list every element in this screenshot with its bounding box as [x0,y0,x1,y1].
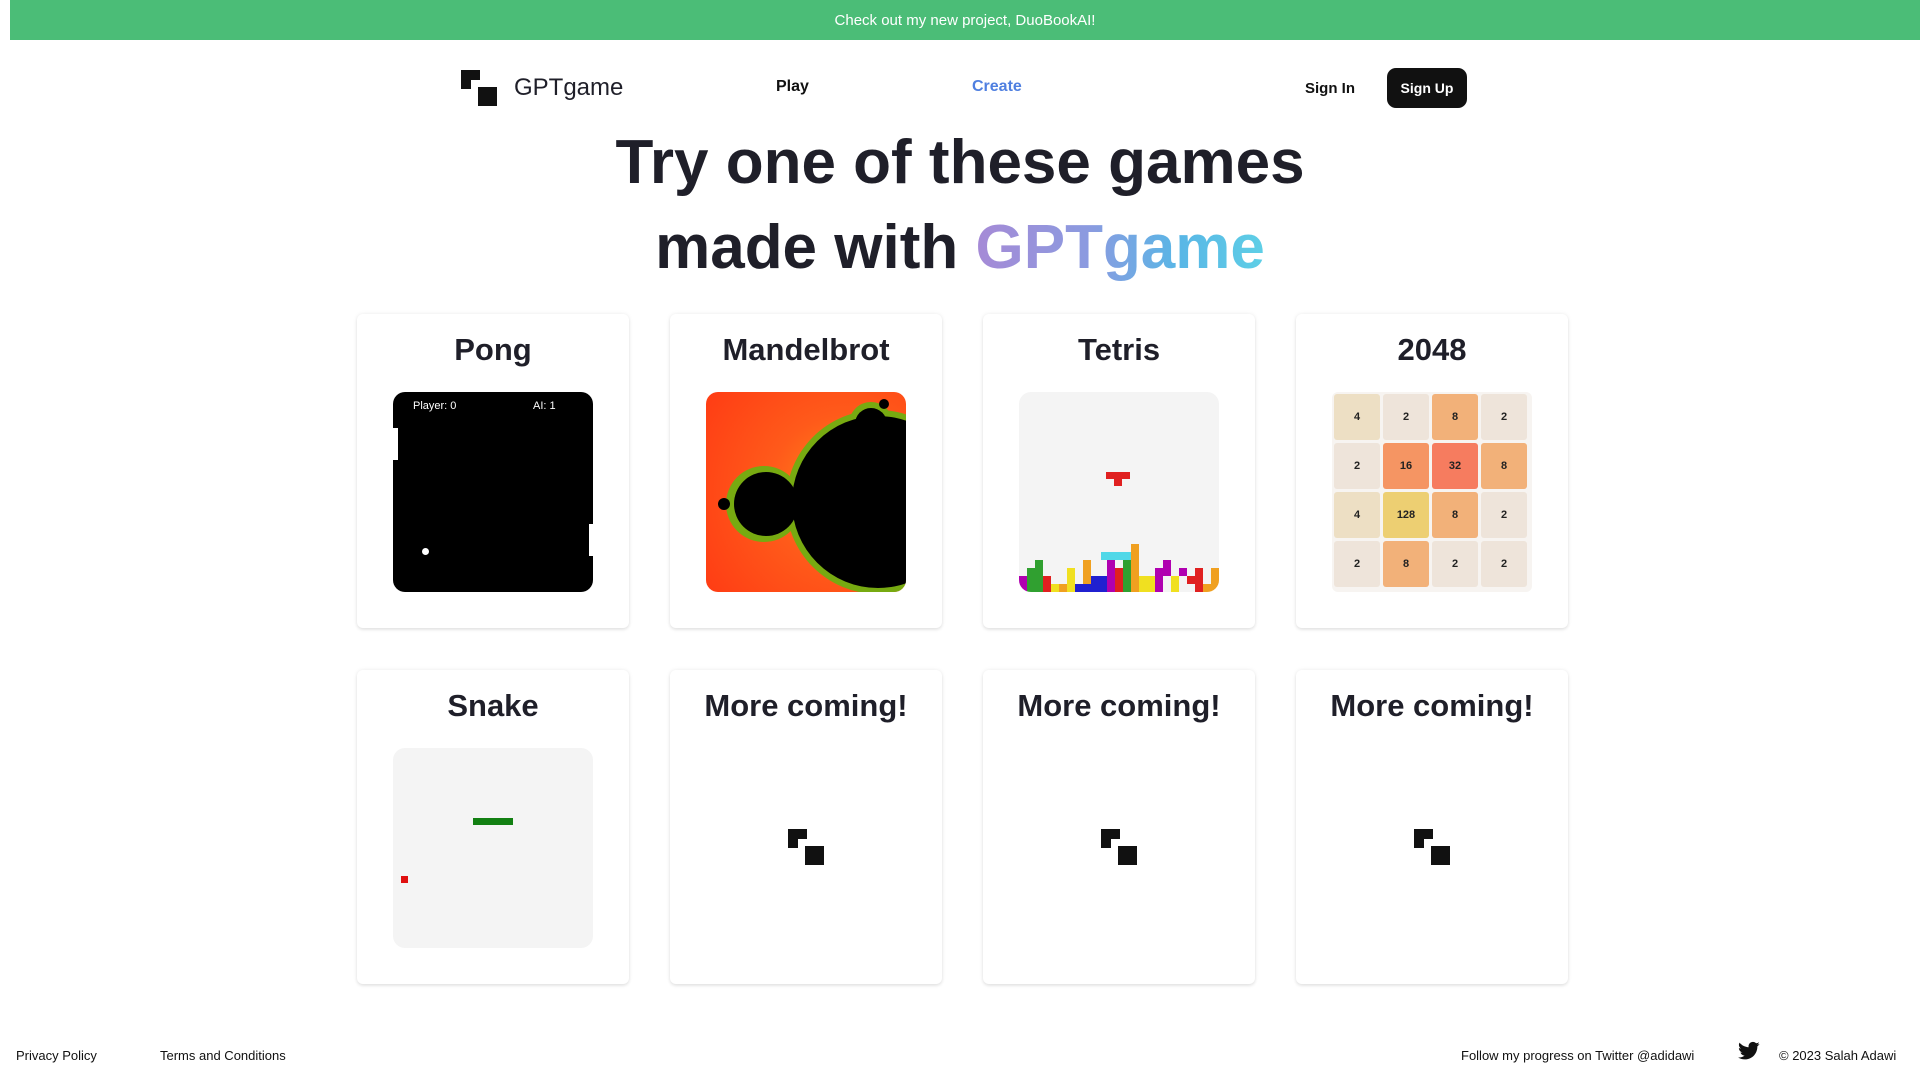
coming-soon-card-3: More coming! [1296,670,1568,984]
nav-create-link[interactable]: Create [972,78,1022,96]
site-logo[interactable]: GPTgame [461,70,623,106]
tile-2048: 4 [1334,394,1380,440]
pong-left-paddle [393,428,398,460]
game-2048-preview[interactable]: 4 2 8 2 2 16 32 8 4 128 8 2 2 8 2 2 [1332,392,1532,592]
tile-2048: 2 [1481,492,1527,538]
tile-2048: 32 [1432,443,1478,489]
tile-2048: 16 [1383,443,1429,489]
snake-body [473,818,513,825]
coming-soon-card-1: More coming! [670,670,942,984]
gptgame-logo-icon [461,70,497,106]
tile-2048: 128 [1383,492,1429,538]
gptgame-logo-icon [1101,829,1137,865]
tile-2048: 8 [1481,443,1527,489]
mandelbrot-fractal [718,399,906,592]
pong-player-score: Player: 0 [413,400,457,412]
game-card-tetris[interactable]: Tetris [983,314,1255,628]
tetris-preview[interactable] [1019,392,1219,592]
card-title: 2048 [1397,332,1467,367]
pong-preview[interactable]: Player: 0 AI: 1 [393,392,593,592]
card-title: More coming! [1017,688,1221,723]
card-title: Mandelbrot [722,332,890,367]
hero-prefix: made with [655,213,959,282]
card-title: Tetris [1077,332,1161,367]
tile-2048: 2 [1481,541,1527,587]
twitter-icon[interactable] [1738,1041,1760,1061]
hero-title-line-1: Try one of these games [615,128,1305,197]
gptgame-logo-icon [788,829,824,865]
pong-right-paddle [589,524,593,556]
coming-soon-card-2: More coming! [983,670,1255,984]
copyright: © 2023 Salah Adawi [1779,1048,1897,1063]
tile-2048: 2 [1432,541,1478,587]
mandelbrot-preview[interactable] [706,392,906,592]
sign-in-link[interactable]: Sign In [1305,80,1355,97]
game-card-snake[interactable]: Snake [357,670,629,984]
tile-2048: 2 [1334,541,1380,587]
game-card-2048[interactable]: 2048 4 2 8 2 2 16 32 8 4 128 8 2 2 8 2 2 [1296,314,1568,628]
tile-2048: 4 [1334,492,1380,538]
snake-preview[interactable] [393,748,593,948]
banner-text[interactable]: Check out my new project, DuoBookAI! [835,12,1096,29]
tile-2048: 2 [1481,394,1527,440]
tile-2048: 8 [1432,492,1478,538]
card-title: More coming! [1330,688,1534,723]
nav-play-link[interactable]: Play [776,78,809,96]
tetris-board [1019,472,1219,592]
hero-title-line-2: made with GPTgame [0,212,1920,283]
game-card-mandelbrot[interactable]: Mandelbrot [670,314,942,628]
privacy-policy-link[interactable]: Privacy Policy [16,1048,97,1063]
announcement-banner[interactable]: Check out my new project, DuoBookAI! [10,0,1920,40]
card-title: Pong [454,332,532,367]
tile-2048: 8 [1383,541,1429,587]
tile-2048: 2 [1383,394,1429,440]
card-title: Snake [447,688,539,723]
hero-brand-game: game [1102,213,1265,282]
card-title: More coming! [704,688,908,723]
gptgame-logo-icon [1414,829,1450,865]
hero-brand-gpt: GPT [975,213,1103,282]
pong-ball [422,548,429,555]
hero-brand: GPTgame [975,213,1264,282]
terms-link[interactable]: Terms and Conditions [160,1048,286,1063]
twitter-follow-link[interactable]: Follow my progress on Twitter @adidawi [1461,1048,1694,1063]
tile-2048: 8 [1432,394,1478,440]
game-card-pong[interactable]: Pong Player: 0 AI: 1 [357,314,629,628]
game-2048-grid: 4 2 8 2 2 16 32 8 4 128 8 2 2 8 2 2 [1334,394,1530,590]
logo-text: GPTgame [514,74,624,101]
tile-2048: 2 [1334,443,1380,489]
snake-food [401,876,408,883]
pong-ai-score: AI: 1 [533,400,556,412]
sign-up-button[interactable]: Sign Up [1387,68,1467,108]
